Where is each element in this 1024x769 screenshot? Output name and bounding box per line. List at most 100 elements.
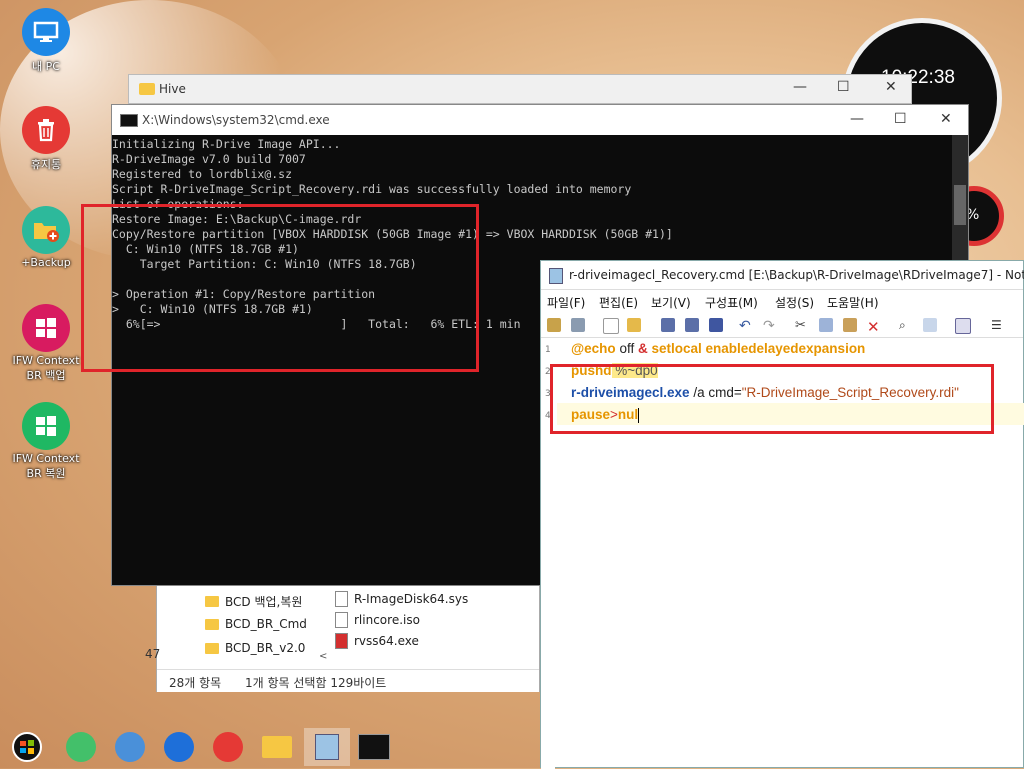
find-icon[interactable]: ⌕	[899, 318, 913, 332]
status-bar: 28개 항목 1개 항목 선택함 129바이트	[157, 669, 539, 692]
file-name: rvss64.exe	[354, 634, 419, 648]
file-name: R-ImageDisk64.sys	[354, 592, 469, 606]
code-line-4[interactable]: pause>nul	[571, 407, 640, 423]
desktop-icon-label: IFW Context BR 백업	[12, 354, 80, 382]
notepad-icon	[549, 268, 563, 284]
keyword: @echo	[571, 341, 616, 356]
keyword: pushd	[571, 363, 612, 378]
wordwrap-icon[interactable]	[955, 318, 971, 334]
copy-icon[interactable]	[819, 318, 833, 332]
desktop-icon-label: IFW Context BR 복원	[12, 452, 80, 480]
file-item[interactable]: R-ImageDisk64.sys	[335, 591, 468, 607]
folder-icon[interactable]	[258, 728, 296, 766]
close-button[interactable]: ✕	[940, 111, 952, 127]
folder-icon	[205, 596, 219, 607]
minimize-button[interactable]: —	[850, 111, 864, 127]
folder-icon	[139, 83, 155, 95]
windows-logo-icon	[22, 304, 70, 352]
window-title: r-driveimagecl_Recovery.cmd [E:\Backup\R…	[569, 268, 1024, 282]
file-icon	[335, 612, 348, 628]
windows-logo-icon	[22, 402, 70, 450]
folder-name: BCD_BR_v2.0	[225, 641, 306, 655]
line-number: 2	[545, 367, 551, 377]
status-item-count: 28개 항목	[169, 676, 222, 690]
menu-bar: 파일(F) 편집(E) 보기(V) 구성표(M) 설정(S) 도움말(H)	[541, 291, 1023, 313]
redo-icon[interactable]: ↷	[763, 318, 777, 334]
save-icon[interactable]	[661, 318, 675, 332]
desktop-icon-backup[interactable]: +Backup	[6, 206, 86, 269]
menu-scheme[interactable]: 구성표(M)	[705, 294, 758, 311]
desktop-icon-label: +Backup	[21, 256, 71, 269]
menu-file[interactable]: 파일(F)	[547, 294, 585, 311]
new-file-icon[interactable]	[603, 318, 619, 334]
code-line-1[interactable]: @echo off & setlocal enabledelayedexpans…	[571, 341, 865, 356]
search-icon[interactable]	[111, 728, 149, 766]
scroll-left-arrow[interactable]: <	[319, 651, 327, 662]
delete-icon[interactable]: ✕	[867, 318, 881, 336]
menu-edit[interactable]: 편집(E)	[599, 294, 638, 311]
code-text: %~dp0	[611, 363, 658, 378]
open-file-icon[interactable]	[627, 318, 641, 332]
explorer-window[interactable]: BCD 백업,복원 BCD_BR_Cmd BCD_BR_v2.0 47 R-Im…	[145, 580, 540, 692]
operator: >	[610, 407, 618, 422]
code-line-2[interactable]: pushd %~dp0	[571, 363, 658, 378]
file-name: rlincore.iso	[354, 613, 420, 627]
folder-name: BCD_BR_Cmd	[225, 617, 307, 631]
file-item[interactable]: rvss64.exe	[335, 633, 419, 649]
scrollbar-thumb[interactable]	[954, 185, 966, 225]
desktop-icon-recycle-bin[interactable]: 휴지통	[6, 106, 86, 172]
maximize-button[interactable]: ☐	[894, 111, 907, 127]
network-icon[interactable]	[62, 728, 100, 766]
cut-icon[interactable]: ✂	[795, 318, 809, 333]
uefi-label: UEFI	[873, 740, 898, 753]
menu-help[interactable]: 도움말(H)	[827, 294, 879, 311]
hive-window[interactable]: Hive — ☐ ✕	[128, 74, 912, 104]
operator: &	[637, 341, 648, 356]
refresh-icon[interactable]	[160, 728, 198, 766]
open-folder-icon[interactable]	[547, 318, 561, 332]
folder-icon	[205, 642, 219, 654]
keyword: pause	[571, 407, 611, 422]
paste-icon[interactable]	[843, 318, 857, 332]
file-item[interactable]: rlincore.iso	[335, 612, 420, 628]
file-icon	[335, 633, 348, 649]
undo-icon[interactable]: ↶	[739, 318, 753, 334]
notepad-icon[interactable]	[304, 728, 350, 766]
menu-settings[interactable]: 설정(S)	[775, 294, 814, 311]
line-number: 4	[545, 411, 551, 421]
folder-item[interactable]: BCD 백업,복원	[205, 593, 302, 610]
window-title: Hive	[159, 82, 186, 96]
desktop-icon-ifw-backup[interactable]: IFW Context BR 백업	[6, 304, 86, 383]
desktop-icon-ifw-restore[interactable]: IFW Context BR 복원	[6, 402, 86, 481]
desktop-icon-my-pc[interactable]: 내 PC	[6, 8, 86, 74]
folder-item[interactable]: BCD_BR_Cmd	[205, 617, 307, 631]
start-button[interactable]	[8, 728, 46, 766]
input-language-indicator[interactable]: A	[918, 734, 932, 758]
power-icon[interactable]	[209, 728, 247, 766]
folder-item[interactable]: BCD_BR_v2.0	[205, 641, 305, 655]
trash-icon	[22, 106, 70, 154]
desktop-icon-label: 내 PC	[32, 60, 60, 73]
desktop-icon-label: 휴지통	[30, 158, 62, 171]
code-line-3[interactable]: r-driveimagecl.exe /a cmd="R-DriveImage_…	[571, 385, 959, 400]
list-icon[interactable]: ☰	[991, 318, 1005, 332]
maximize-button[interactable]: ☐	[837, 79, 850, 95]
folder-icon	[205, 618, 219, 630]
cmd-icon[interactable]	[355, 728, 393, 766]
cmd-icon	[120, 114, 138, 127]
save-copy-icon[interactable]	[709, 318, 723, 332]
folder-name: BCD 백업,복원	[225, 595, 303, 609]
text-cursor	[638, 407, 640, 423]
replace-icon[interactable]	[923, 318, 937, 332]
browse-icon[interactable]	[571, 318, 585, 332]
code-text: off	[615, 341, 638, 356]
minimize-button[interactable]: —	[793, 79, 807, 95]
code-text: nul	[617, 407, 639, 422]
window-title: X:\Windows\system32\cmd.exe	[142, 113, 330, 127]
menu-view[interactable]: 보기(V)	[651, 294, 691, 311]
title-bar[interactable]: X:\Windows\system32\cmd.exe — ☐ ✕	[112, 105, 968, 135]
notepad2-window[interactable]: r-driveimagecl_Recovery.cmd [E:\Backup\R…	[540, 260, 1024, 769]
title-bar[interactable]: r-driveimagecl_Recovery.cmd [E:\Backup\R…	[541, 261, 1024, 290]
close-button[interactable]: ✕	[885, 79, 897, 95]
save-as-icon[interactable]	[685, 318, 699, 332]
